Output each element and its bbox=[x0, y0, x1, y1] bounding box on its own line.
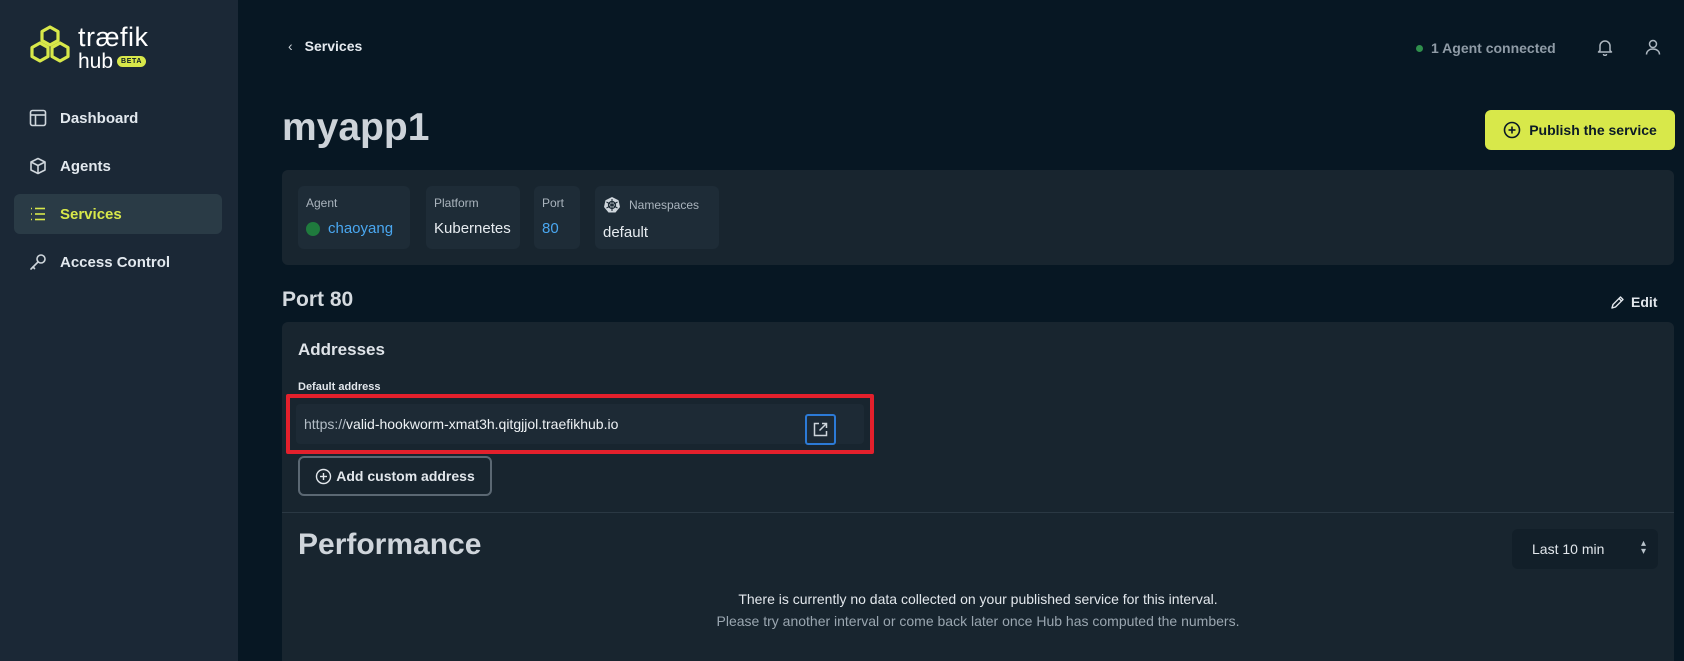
sidebar-item-label: Access Control bbox=[60, 253, 171, 271]
pencil-icon bbox=[1611, 295, 1624, 309]
agent-status-icon bbox=[306, 221, 320, 236]
sidebar-item-label: Dashboard bbox=[60, 109, 139, 127]
interval-select[interactable]: Last 10 min ▴ ▾ bbox=[1512, 529, 1658, 569]
address-prefix: https:// bbox=[304, 416, 347, 432]
key-icon bbox=[28, 252, 48, 272]
publish-service-button[interactable]: Publish the service bbox=[1485, 110, 1675, 150]
sidebar-item-access-control[interactable]: Access Control bbox=[14, 242, 222, 282]
bell-icon[interactable] bbox=[1596, 38, 1614, 61]
plus-circle-icon bbox=[316, 468, 332, 484]
default-address-highlight: https:// valid-hookworm-xmat3h.qitgjjol.… bbox=[286, 394, 874, 454]
layout-icon bbox=[28, 108, 48, 128]
sidebar-item-dashboard[interactable]: Dashboard bbox=[14, 98, 222, 138]
logo[interactable]: træfik hub BETA bbox=[28, 24, 149, 72]
beta-badge: BETA bbox=[117, 56, 146, 67]
agent-status: 1 Agent connected bbox=[1416, 40, 1556, 56]
sidebar-item-services[interactable]: Services bbox=[14, 194, 222, 234]
page-title: myapp1 bbox=[282, 106, 430, 149]
namespaces-chip: Namespaces default bbox=[595, 186, 719, 249]
edit-button[interactable]: Edit bbox=[1610, 294, 1657, 310]
addresses-title: Addresses bbox=[298, 340, 385, 359]
agent-status-text: 1 Agent connected bbox=[1431, 40, 1556, 56]
status-dot-icon bbox=[1416, 44, 1423, 52]
agent-link[interactable]: chaoyang bbox=[306, 220, 402, 237]
platform-key: Platform bbox=[434, 196, 479, 210]
edit-label: Edit bbox=[1631, 294, 1658, 310]
address-host: valid-hookworm-xmat3h.qitgjjol.traefikhu… bbox=[346, 416, 619, 432]
sidebar-item-agents[interactable]: Agents bbox=[14, 146, 222, 186]
service-info-card: Agent chaoyang Platform Kubernetes Port … bbox=[282, 170, 1674, 265]
namespaces-value: default bbox=[603, 224, 649, 241]
namespaces-key: Namespaces bbox=[629, 198, 700, 212]
empty-state-line1: There is currently no data collected on … bbox=[738, 591, 1218, 607]
list-icon bbox=[28, 204, 48, 224]
default-address-label: Default address bbox=[298, 381, 381, 393]
add-custom-address-button[interactable]: Add custom address bbox=[298, 456, 492, 496]
brand-name: træfik bbox=[78, 22, 149, 52]
port-section-title: Port 80 bbox=[282, 288, 354, 311]
publish-label: Publish the service bbox=[1529, 122, 1657, 138]
performance-title: Performance bbox=[298, 528, 482, 561]
port-chip: Port 80 bbox=[534, 186, 580, 249]
agent-chip: Agent chaoyang bbox=[298, 186, 410, 249]
empty-state-line2: Please try another interval or come back… bbox=[716, 613, 1240, 629]
sidebar-item-label: Services bbox=[60, 205, 122, 223]
plus-circle-icon bbox=[1503, 121, 1521, 139]
hexagon-logo-icon bbox=[30, 25, 70, 63]
back-link[interactable]: ‹ Services bbox=[288, 38, 362, 54]
sidebar: træfik hub BETA Dashboard Agents Service… bbox=[0, 0, 238, 661]
sidebar-nav: Dashboard Agents Services Access Control bbox=[14, 98, 222, 290]
port-value[interactable]: 80 bbox=[542, 220, 572, 237]
default-address-field[interactable]: https:// valid-hookworm-xmat3h.qitgjjol.… bbox=[296, 404, 864, 445]
add-custom-label: Add custom address bbox=[336, 468, 475, 484]
interval-value: Last 10 min bbox=[1532, 541, 1605, 557]
sidebar-item-label: Agents bbox=[60, 157, 111, 175]
back-label: Services bbox=[304, 38, 363, 54]
sort-caret-icon: ▴ ▾ bbox=[1640, 538, 1646, 557]
agent-value: chaoyang bbox=[328, 220, 394, 237]
port-card: Addresses Default address https:// valid… bbox=[282, 322, 1674, 661]
agent-key: Agent bbox=[306, 196, 338, 210]
platform-value: Kubernetes bbox=[434, 220, 511, 237]
chevron-left-icon: ‹ bbox=[288, 38, 293, 54]
divider bbox=[282, 512, 1674, 513]
platform-chip: Platform Kubernetes bbox=[426, 186, 520, 249]
external-link-icon bbox=[813, 422, 828, 437]
port-key: Port bbox=[542, 196, 565, 210]
open-external-button[interactable] bbox=[805, 414, 836, 445]
brand-sub: hub bbox=[78, 50, 114, 73]
kubernetes-icon bbox=[604, 197, 620, 213]
user-icon[interactable] bbox=[1644, 38, 1662, 61]
cube-icon bbox=[28, 156, 48, 176]
